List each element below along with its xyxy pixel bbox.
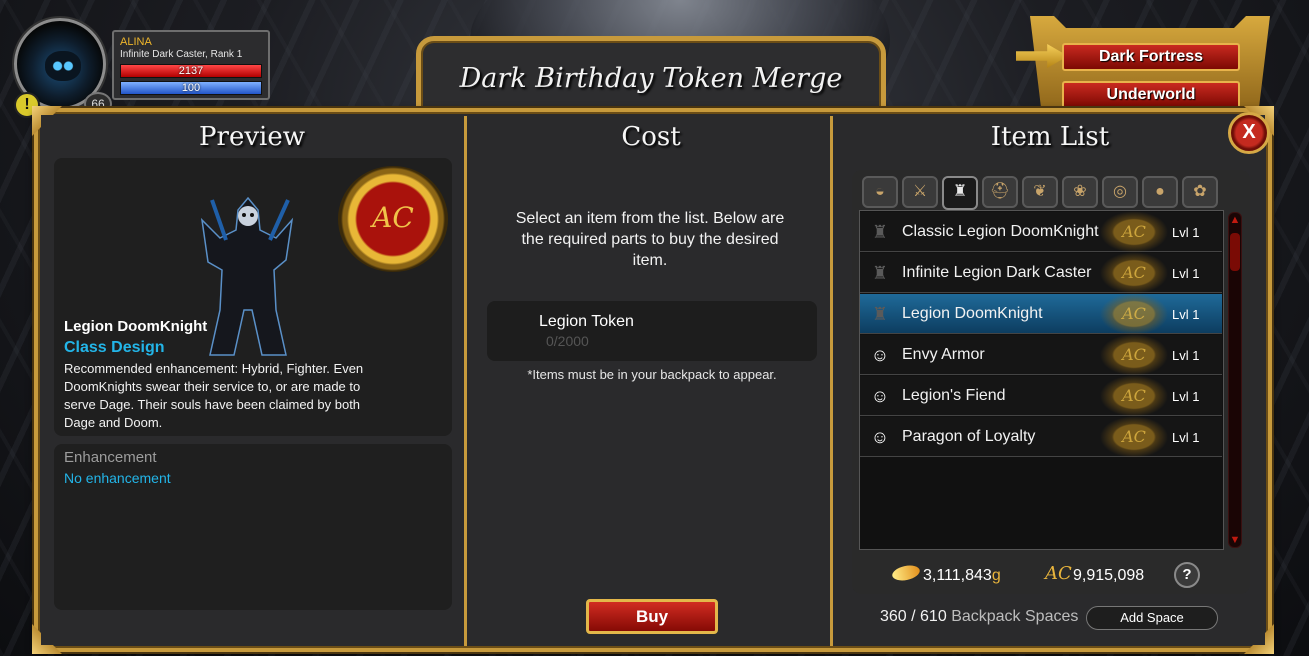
close-button[interactable]: X: [1228, 112, 1270, 154]
enhancement-heading: Enhancement: [64, 449, 157, 466]
underworld-button[interactable]: Underworld: [1062, 81, 1240, 109]
ac-coin-icon: AC: [1098, 333, 1170, 377]
list-item[interactable]: ♜ Classic Legion DoomKnight AC Lvl 1: [860, 210, 1222, 254]
sack-icon: ●: [1155, 183, 1165, 200]
hp-bar: 2137: [120, 64, 262, 78]
list-item-level: Lvl 1: [1172, 430, 1200, 445]
amulet-tab[interactable]: ◎: [1102, 176, 1138, 208]
cape-icon: ❦: [1033, 183, 1047, 200]
list-item-label: Classic Legion DoomKnight: [902, 223, 1099, 240]
enhancement-value: No enhancement: [64, 470, 171, 486]
player-card[interactable]: ALINA Infinite Dark Caster, Rank 1 2137 …: [112, 30, 270, 100]
backpack-spaces: 360 / 610 Backpack Spaces: [880, 608, 1078, 626]
pet-icon: ❀: [1073, 183, 1087, 200]
scroll-thumb[interactable]: [1230, 233, 1240, 271]
backpack-note: *Items must be in your backpack to appea…: [527, 367, 777, 382]
frame-corner: [1244, 624, 1274, 654]
preview-item-description: Recommended enhancement: Hybrid, Fighter…: [64, 361, 364, 430]
requirement-name: Legion Token: [539, 313, 634, 330]
scroll-down-icon[interactable]: ▼: [1229, 533, 1241, 547]
ac-coin-icon: AC: [1098, 251, 1170, 295]
armor-icon: ♜: [952, 183, 968, 200]
item-list-header: Item List: [838, 116, 1262, 156]
list-item[interactable]: ☺ Legion's Fiend AC Lvl 1: [860, 374, 1222, 418]
ac-amount: 9,915,098: [1073, 567, 1145, 584]
ac-currency-icon: AC: [338, 166, 448, 272]
sword-icon: ⚔: [912, 183, 928, 200]
scroll-up-icon[interactable]: ▲: [1229, 213, 1241, 227]
ac-icon: AC: [1045, 563, 1072, 584]
backpack-used: 360 / 610: [880, 608, 947, 625]
helm-bag-tab[interactable]: ◒: [862, 176, 898, 208]
drumstick-tab[interactable]: ✿: [1182, 176, 1218, 208]
item-list-heading: Item List: [990, 122, 1110, 152]
backpack-label: Backpack Spaces: [951, 608, 1079, 625]
list-item-label: Legion DoomKnight: [902, 305, 1043, 322]
helmet-tab[interactable]: ⛑: [982, 176, 1018, 208]
cost-heading: Cost: [621, 122, 681, 152]
preview-heading: Preview: [199, 122, 305, 152]
gold-value: 3,111,843: [923, 567, 992, 584]
preview-header: Preview: [40, 116, 464, 156]
list-item-level: Lvl 1: [1172, 348, 1200, 363]
panel-divider: [464, 116, 472, 646]
ac-coin-icon: AC: [1098, 292, 1170, 336]
preview-item-name: Legion DoomKnight: [64, 318, 208, 335]
ac-coin-icon: AC: [1098, 374, 1170, 418]
list-item-level: Lvl 1: [1172, 307, 1200, 322]
ac-coin-icon: AC: [1098, 415, 1170, 459]
list-item-level: Lvl 1: [1172, 266, 1200, 281]
cost-header: Cost: [472, 116, 830, 156]
window-title: Dark Birthday Token Merge: [459, 63, 843, 94]
helmet-icon: ⛑: [989, 183, 1011, 200]
gold-unit: g: [991, 567, 1001, 584]
panel-divider: [830, 116, 838, 646]
preview-item-type: Class Design: [64, 339, 165, 356]
player-class: Infinite Dark Caster, Rank 1: [120, 49, 243, 60]
mp-value: 100: [181, 82, 201, 94]
add-space-button[interactable]: Add Space: [1086, 606, 1218, 630]
requirement-box: [487, 301, 817, 361]
drumstick-icon: ✿: [1193, 183, 1207, 200]
frame-corner: [32, 624, 62, 654]
character-preview: [200, 196, 294, 356]
mp-bar: 100: [120, 81, 262, 95]
list-item-label: Paragon of Loyalty: [902, 428, 1036, 445]
list-item-level: Lvl 1: [1172, 389, 1200, 404]
mask-icon: ☺: [870, 386, 890, 406]
hp-value: 2137: [178, 65, 204, 77]
avatar-face: [45, 51, 81, 81]
mask-icon: ☺: [870, 345, 890, 365]
list-item[interactable]: ☺ Paragon of Loyalty AC Lvl 1: [860, 415, 1222, 459]
sack-tab[interactable]: ●: [1142, 176, 1178, 208]
list-item-label: Infinite Legion Dark Caster: [902, 264, 1092, 281]
mask-icon: ☺: [870, 427, 890, 447]
item-list-scrollbar[interactable]: ▲ ▼: [1228, 212, 1242, 548]
cape-tab[interactable]: ❦: [1022, 176, 1058, 208]
list-item-level: Lvl 1: [1172, 225, 1200, 240]
helm-bag-icon: ◒: [875, 183, 885, 200]
cost-message: Select an item from the list. Below are …: [515, 210, 785, 269]
list-item-label: Legion's Fiend: [902, 387, 1006, 404]
gold-amount: 3,111,843g: [923, 567, 1001, 585]
buy-button[interactable]: Buy: [586, 599, 718, 634]
amulet-icon: ◎: [1113, 183, 1127, 200]
player-name: ALINA: [120, 36, 152, 48]
category-tabs: ◒ ⚔ ♜ ⛑ ❦ ❀ ◎ ● ✿: [862, 176, 1218, 210]
enhancement-box: [54, 444, 452, 610]
armor-icon: ♜: [871, 304, 889, 324]
armor-icon: ♜: [871, 263, 889, 283]
requirement-quantity: 0/2000: [546, 333, 589, 349]
list-item[interactable]: ♜ Legion DoomKnight AC Lvl 1: [860, 292, 1222, 336]
list-item[interactable]: ♜ Infinite Legion Dark Caster AC Lvl 1: [860, 251, 1222, 295]
armor-icon: ♜: [871, 222, 889, 242]
armor-tab[interactable]: ♜: [942, 176, 978, 210]
dark-fortress-button[interactable]: Dark Fortress: [1062, 43, 1240, 71]
list-item[interactable]: ☺ Envy Armor AC Lvl 1: [860, 333, 1222, 377]
pet-tab[interactable]: ❀: [1062, 176, 1098, 208]
help-button[interactable]: ?: [1174, 562, 1200, 588]
list-item-label: Envy Armor: [902, 346, 985, 363]
sword-tab[interactable]: ⚔: [902, 176, 938, 208]
ac-coin-icon: AC: [1098, 210, 1170, 254]
